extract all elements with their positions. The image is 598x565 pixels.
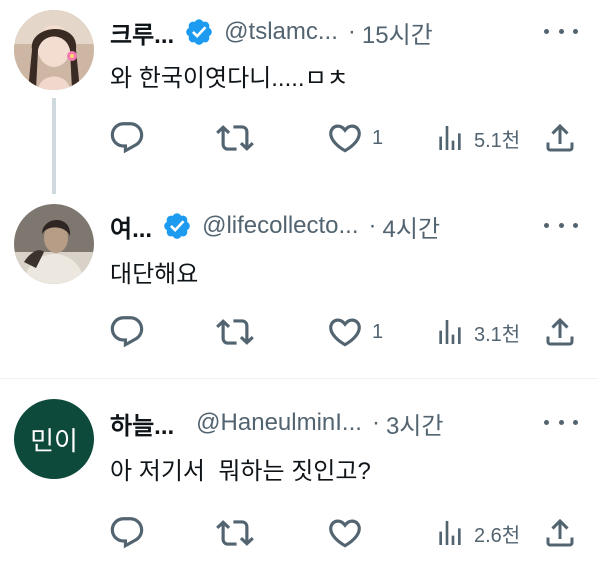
thread-line bbox=[52, 98, 56, 194]
reply-icon bbox=[108, 119, 146, 157]
tweet-header: 크루... @tslamc... · 15시간 bbox=[110, 12, 578, 52]
author-name[interactable]: 크루... bbox=[110, 15, 174, 50]
views-button[interactable]: 3.1천 bbox=[434, 312, 520, 352]
author-name[interactable]: 여... bbox=[110, 209, 152, 244]
views-button[interactable]: 5.1천 bbox=[434, 118, 520, 158]
verified-badge-icon[interactable] bbox=[162, 211, 192, 241]
heart-icon bbox=[326, 313, 364, 351]
tweet-header: 하늘... @HaneulminI... · 3시간 bbox=[110, 403, 578, 443]
views-bar-chart-icon bbox=[434, 514, 466, 552]
tweet-actions: 1 3.1천 bbox=[108, 312, 580, 352]
like-count: 1 bbox=[372, 126, 384, 149]
views-bar-chart-icon bbox=[434, 313, 466, 351]
tweet-text: 와 한국이엿다니.....ㅁㅊ bbox=[110, 65, 349, 92]
separator-dot: · bbox=[347, 18, 356, 45]
tweet-actions: 2.6천 bbox=[108, 513, 580, 553]
avatar-portrait-dancer-icon[interactable] bbox=[14, 204, 94, 284]
tweet-text: 대단해요 bbox=[110, 261, 199, 288]
verified-badge-icon[interactable] bbox=[184, 17, 214, 47]
retweet-button[interactable] bbox=[216, 513, 262, 553]
views-bar-chart-icon bbox=[434, 119, 466, 157]
reply-icon bbox=[108, 313, 146, 351]
tweet-text: 아 저기서 뭐하는 짓인고? bbox=[110, 458, 371, 485]
like-count: 1 bbox=[372, 320, 384, 343]
view-count: 3.1천 bbox=[474, 323, 521, 346]
share-icon bbox=[542, 119, 578, 157]
separator-dot: · bbox=[371, 409, 380, 436]
more-options-icon[interactable] bbox=[544, 18, 578, 44]
reply-button[interactable] bbox=[108, 312, 154, 352]
timestamp[interactable]: 3시간 bbox=[386, 406, 444, 441]
heart-icon bbox=[326, 119, 364, 157]
tweet-3[interactable]: 민이 하늘... @HaneulminI... · 3시간 아 저기서 뭐하는 … bbox=[0, 379, 598, 565]
reply-button[interactable] bbox=[108, 118, 154, 158]
share-button[interactable] bbox=[542, 118, 578, 158]
view-count: 5.1천 bbox=[474, 129, 521, 152]
author-handle[interactable]: @HaneulminI... bbox=[196, 409, 362, 437]
author-handle[interactable]: @lifecollecto... bbox=[202, 212, 358, 240]
retweet-icon bbox=[216, 514, 254, 552]
retweet-icon bbox=[216, 313, 254, 351]
view-count: 2.6천 bbox=[474, 524, 521, 547]
avatar-portrait-woman-icon[interactable] bbox=[14, 10, 94, 90]
avatar-text: 민이 bbox=[30, 426, 78, 457]
retweet-button[interactable] bbox=[216, 312, 262, 352]
retweet-icon bbox=[216, 119, 254, 157]
reply-icon bbox=[108, 514, 146, 552]
share-icon bbox=[542, 313, 578, 351]
author-handle[interactable]: @tslamc... bbox=[224, 18, 338, 46]
views-button[interactable]: 2.6천 bbox=[434, 513, 520, 553]
timestamp[interactable]: 15시간 bbox=[362, 15, 433, 50]
reply-button[interactable] bbox=[108, 513, 154, 553]
avatar-text-badge[interactable]: 민이 bbox=[14, 399, 94, 479]
like-button[interactable] bbox=[326, 513, 372, 553]
more-options-icon[interactable] bbox=[544, 212, 578, 238]
share-button[interactable] bbox=[542, 312, 578, 352]
more-options-icon[interactable] bbox=[544, 409, 578, 435]
tweet-2[interactable]: 여... @lifecollecto... · 4시간 대단해요 1 3.1천 bbox=[0, 190, 598, 376]
tweet-actions: 1 5.1천 bbox=[108, 118, 580, 158]
share-icon bbox=[542, 514, 578, 552]
heart-icon bbox=[326, 514, 364, 552]
timestamp[interactable]: 4시간 bbox=[383, 209, 441, 244]
share-button[interactable] bbox=[542, 513, 578, 553]
author-name[interactable]: 하늘... bbox=[110, 406, 174, 441]
like-button[interactable]: 1 bbox=[326, 118, 383, 158]
separator-dot: · bbox=[368, 212, 377, 239]
retweet-button[interactable] bbox=[216, 118, 262, 158]
tweet-header: 여... @lifecollecto... · 4시간 bbox=[110, 206, 578, 246]
like-button[interactable]: 1 bbox=[326, 312, 383, 352]
tweet-1[interactable]: 크루... @tslamc... · 15시간 와 한국이엿다니.....ㅁㅊ … bbox=[0, 0, 598, 194]
